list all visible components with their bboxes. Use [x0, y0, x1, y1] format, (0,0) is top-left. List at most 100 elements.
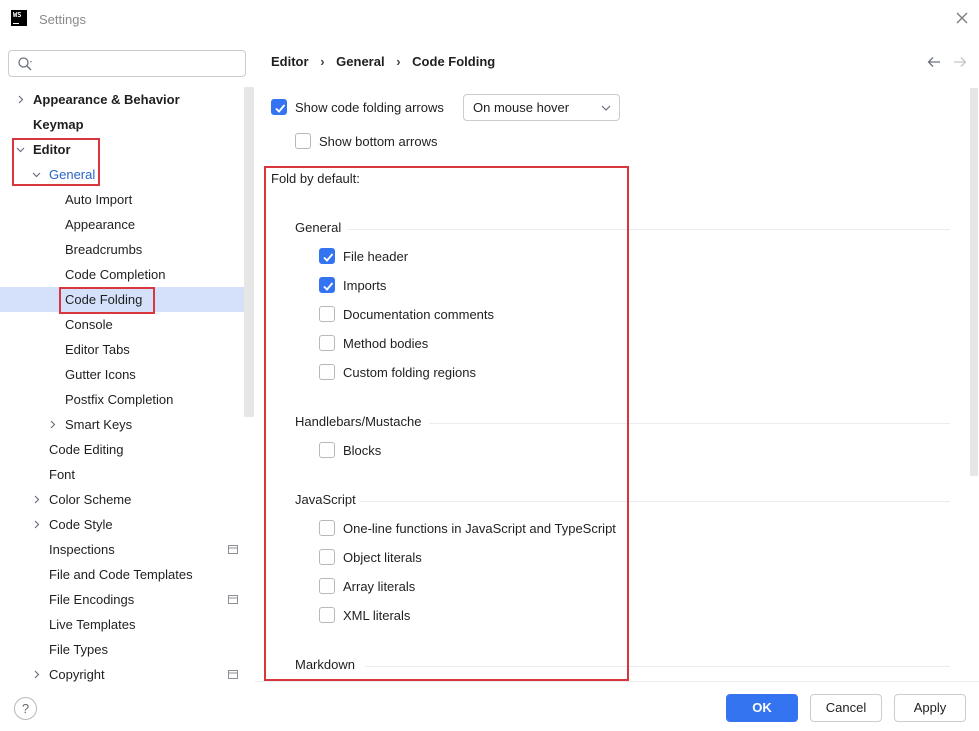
folding-arrows-mode-value: On mouse hover: [473, 100, 570, 115]
tree-item-auto-import[interactable]: Auto Import: [0, 187, 244, 212]
tree-item-appearance[interactable]: Appearance: [0, 212, 244, 237]
forward-arrow-icon[interactable]: [953, 56, 967, 68]
section-separator: [365, 666, 950, 667]
object-literals-checkbox[interactable]: [319, 549, 335, 565]
tree-item-label: File Types: [49, 642, 109, 657]
chevron-right-icon[interactable]: [32, 495, 41, 504]
project-scope-icon: [228, 595, 238, 604]
tree-item-console[interactable]: Console: [0, 312, 244, 337]
tree-item-code-completion[interactable]: Code Completion: [0, 262, 244, 287]
xml-literals-checkbox[interactable]: [319, 607, 335, 623]
tree-item-label: Code Style: [49, 517, 113, 532]
tree-scrollbar[interactable]: [244, 87, 254, 417]
tree-item-gutter-icons[interactable]: Gutter Icons: [0, 362, 244, 387]
tree-item-label: Font: [49, 467, 76, 482]
custom-folding-regions-label: Custom folding regions: [343, 365, 476, 380]
apply-button[interactable]: Apply: [894, 694, 966, 722]
window-title: Settings: [39, 12, 86, 27]
chevron-right-icon[interactable]: [48, 420, 57, 429]
tree-item-label: Keymap: [33, 117, 84, 132]
tree-item-color-scheme[interactable]: Color Scheme: [0, 487, 244, 512]
tree-item-label: File and Code Templates: [49, 567, 193, 582]
show-folding-arrows-checkbox[interactable]: [271, 99, 287, 115]
title-bar: WS Settings: [0, 0, 979, 40]
tree-item-label: File Encodings: [49, 592, 135, 607]
tree-item-general[interactable]: General: [0, 162, 244, 187]
chevron-down-icon[interactable]: [32, 170, 41, 179]
tree-item-label: Code Completion: [65, 267, 166, 282]
cancel-button[interactable]: Cancel: [810, 694, 882, 722]
section-title-handlebars-mustache: Handlebars/Mustache: [295, 414, 422, 429]
show-bottom-arrows-label: Show bottom arrows: [319, 134, 438, 149]
breadcrumb-editor: Editor: [271, 54, 309, 69]
tree-item-label: Auto Import: [65, 192, 133, 207]
tree-item-editor-tabs[interactable]: Editor Tabs: [0, 337, 244, 362]
tree-item-inspections[interactable]: Inspections: [0, 537, 244, 562]
tree-item-label: Postfix Completion: [65, 392, 174, 407]
chevron-right-icon[interactable]: [16, 95, 25, 104]
section-title-javascript: JavaScript: [295, 492, 356, 507]
breadcrumb: Editor › General › Code Folding: [271, 54, 503, 69]
tree-item-label: Live Templates: [49, 617, 136, 632]
blocks-checkbox[interactable]: [319, 442, 335, 458]
file-header-checkbox[interactable]: [319, 248, 335, 264]
documentation-comments-checkbox[interactable]: [319, 306, 335, 322]
back-arrow-icon[interactable]: [927, 56, 941, 68]
tree-item-font[interactable]: Font: [0, 462, 244, 487]
chevron-down-icon[interactable]: [16, 145, 25, 154]
tree-item-keymap[interactable]: Keymap: [0, 112, 244, 137]
tree-item-breadcrumbs[interactable]: Breadcrumbs: [0, 237, 244, 262]
tree-item-file-types[interactable]: File Types: [0, 637, 244, 662]
section-separator: [429, 423, 950, 424]
tree-item-label: Code Editing: [49, 442, 124, 457]
one-line-functions-in-javascript-and-typescript-label: One-line functions in JavaScript and Typ…: [343, 521, 616, 536]
show-bottom-arrows-checkbox[interactable]: [295, 133, 311, 149]
settings-search-box[interactable]: [8, 50, 246, 77]
tree-item-appearance-behavior[interactable]: Appearance & Behavior: [0, 87, 244, 112]
folding-arrows-mode-dropdown[interactable]: On mouse hover: [463, 94, 620, 121]
tree-item-label: Console: [65, 317, 113, 332]
tree-item-live-templates[interactable]: Live Templates: [0, 612, 244, 637]
chevron-right-icon[interactable]: [32, 520, 41, 529]
search-icon: [18, 57, 32, 71]
section-separator: [360, 501, 950, 502]
tree-item-editor[interactable]: Editor: [0, 137, 244, 162]
fold-by-default-label: Fold by default:: [271, 171, 360, 186]
help-button[interactable]: ?: [14, 697, 37, 720]
close-icon[interactable]: [953, 9, 971, 27]
file-header-label: File header: [343, 249, 409, 264]
section-title-general: General: [295, 220, 342, 235]
tree-item-label: Inspections: [49, 542, 115, 557]
tree-item-label: Code Folding: [65, 292, 143, 307]
blocks-label: Blocks: [343, 443, 382, 458]
xml-literals-label: XML literals: [343, 608, 411, 623]
tree-item-code-editing[interactable]: Code Editing: [0, 437, 244, 462]
tree-item-smart-keys[interactable]: Smart Keys: [0, 412, 244, 437]
breadcrumb-separator-icon: ›: [396, 54, 401, 69]
section-separator: [347, 229, 950, 230]
tree-item-label: Gutter Icons: [65, 367, 136, 382]
tree-item-code-style[interactable]: Code Style: [0, 512, 244, 537]
tree-item-code-folding[interactable]: Code Folding: [0, 287, 244, 312]
method-bodies-checkbox[interactable]: [319, 335, 335, 351]
footer-divider: [255, 681, 979, 682]
imports-checkbox[interactable]: [319, 277, 335, 293]
array-literals-checkbox[interactable]: [319, 578, 335, 594]
tree-item-label: Appearance: [65, 217, 136, 232]
tree-item-copyright[interactable]: Copyright: [0, 662, 244, 687]
tree-item-file-and-code-templates[interactable]: File and Code Templates: [0, 562, 244, 587]
breadcrumb-general: General: [336, 54, 385, 69]
search-input[interactable]: [39, 54, 239, 73]
custom-folding-regions-checkbox[interactable]: [319, 364, 335, 380]
one-line-functions-in-javascript-and-typescript-checkbox[interactable]: [319, 520, 335, 536]
section-title-markdown: Markdown: [295, 657, 355, 672]
chevron-right-icon[interactable]: [32, 670, 41, 679]
tree-item-postfix-completion[interactable]: Postfix Completion: [0, 387, 244, 412]
ok-button[interactable]: OK: [726, 694, 798, 722]
webstorm-logo-icon: WS: [11, 10, 27, 26]
content-scrollbar[interactable]: [970, 88, 978, 476]
show-folding-arrows-label: Show code folding arrows: [295, 100, 444, 115]
tree-item-file-encodings[interactable]: File Encodings: [0, 587, 244, 612]
breadcrumb-separator-icon: ›: [320, 54, 325, 69]
breadcrumb-code-folding: Code Folding: [412, 54, 496, 69]
